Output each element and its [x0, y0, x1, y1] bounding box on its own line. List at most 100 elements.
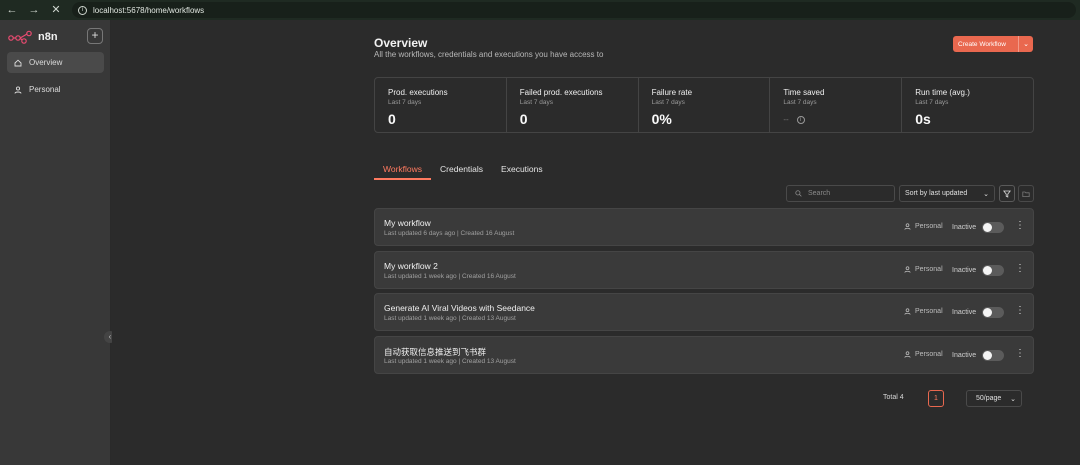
active-toggle[interactable]: [982, 265, 1004, 276]
more-options-icon[interactable]: ⋮: [1015, 348, 1025, 360]
search-input[interactable]: Search: [786, 185, 895, 202]
workflow-meta: Last updated 1 week ago | Created 13 Aug…: [384, 358, 516, 365]
workflow-card[interactable]: My workflow Last updated 6 days ago | Cr…: [374, 208, 1034, 246]
n8n-logo-icon: [8, 30, 32, 44]
toggle-knob: [983, 223, 992, 232]
sidebar-item-overview[interactable]: Overview: [7, 52, 104, 73]
active-toggle[interactable]: [982, 350, 1004, 361]
tab-credentials[interactable]: Credentials: [431, 163, 492, 180]
stat-prod-executions[interactable]: Prod. executions Last 7 days 0: [375, 78, 507, 132]
main-content: Overview All the workflows, credentials …: [112, 20, 1080, 465]
sort-select[interactable]: Sort by last updated ⌄: [899, 185, 995, 202]
search-placeholder: Search: [808, 190, 831, 197]
active-toggle[interactable]: [982, 222, 1004, 233]
tab-executions[interactable]: Executions: [492, 163, 552, 180]
workflow-name[interactable]: 自动获取信息推送到飞书群: [384, 346, 486, 358]
owner-label: Personal: [915, 308, 943, 315]
page-size-select[interactable]: 50/page ⌄: [966, 390, 1022, 407]
user-icon: [14, 85, 22, 94]
user-icon: [904, 223, 911, 230]
workflow-name[interactable]: My workflow: [384, 218, 431, 228]
user-icon: [904, 266, 911, 273]
stat-period: Last 7 days: [651, 99, 685, 106]
workflow-name[interactable]: My workflow 2: [384, 261, 438, 271]
home-icon: [14, 59, 22, 66]
stat-period: Last 7 days: [519, 99, 554, 106]
url-text: localhost:5678/home/workflows: [93, 5, 205, 15]
workflow-name[interactable]: Generate AI Viral Videos with Seedance: [384, 303, 535, 313]
more-options-icon[interactable]: ⋮: [1015, 263, 1025, 275]
create-workflow-button[interactable]: Create Workflow ⌄: [953, 36, 1033, 52]
sidebar: n8n + Overview Personal: [0, 20, 111, 465]
sidebar-item-label: Overview: [29, 58, 63, 67]
pagination: Total 4 1 50/page ⌄: [374, 390, 1034, 407]
active-toggle[interactable]: [982, 307, 1004, 318]
toggle-knob: [983, 266, 992, 275]
owner-label: Personal: [915, 266, 943, 273]
stat-period: Last 7 days: [388, 99, 422, 106]
sidebar-item-label: Personal: [29, 85, 61, 94]
stat-failed-executions[interactable]: Failed prod. executions Last 7 days 0: [507, 78, 639, 132]
stat-time-saved[interactable]: Time saved Last 7 days -- i: [770, 78, 903, 132]
site-info-icon[interactable]: i: [78, 5, 87, 15]
forward-arrow-icon[interactable]: →: [28, 4, 40, 16]
owner-label: Personal: [915, 351, 943, 358]
tab-workflows[interactable]: Workflows: [374, 163, 432, 180]
close-icon[interactable]: ✕: [50, 4, 62, 16]
chevron-down-icon: ⌄: [1010, 395, 1016, 403]
page-size-value: 50/page: [976, 395, 1002, 402]
more-options-icon[interactable]: ⋮: [1015, 305, 1025, 317]
workflow-meta: Last updated 6 days ago | Created 16 Aug…: [384, 230, 515, 237]
search-icon: [795, 190, 802, 197]
workflow-status: Inactive: [952, 352, 977, 359]
stat-value: 0s: [915, 111, 931, 127]
toggle-knob: [983, 308, 992, 317]
overview-tabs: Workflows Credentials Executions: [374, 163, 1034, 180]
user-icon: [904, 308, 911, 315]
workflow-status: Inactive: [952, 267, 977, 274]
toggle-knob: [983, 351, 992, 360]
stat-label: Failed prod. executions: [519, 88, 603, 97]
owner-label: Personal: [915, 223, 943, 230]
stat-value: 0: [519, 111, 528, 127]
browser-toolbar: ← → ✕ i localhost:5678/home/workflows: [0, 0, 1080, 20]
total-count: Total 4: [883, 394, 904, 401]
workflow-card[interactable]: Generate AI Viral Videos with Seedance L…: [374, 293, 1034, 331]
address-bar[interactable]: i localhost:5678/home/workflows: [72, 2, 1076, 18]
add-button[interactable]: +: [87, 28, 103, 44]
stat-label: Failure rate: [651, 88, 693, 97]
filter-icon: [1003, 190, 1011, 198]
workflow-status: Inactive: [952, 309, 977, 316]
user-icon: [904, 351, 911, 358]
workflow-card[interactable]: My workflow 2 Last updated 1 week ago | …: [374, 251, 1034, 289]
create-workflow-label: Create Workflow: [958, 40, 1006, 48]
stat-label: Prod. executions: [388, 88, 448, 97]
page-subtitle: All the workflows, credentials and execu…: [374, 50, 604, 59]
chevron-down-icon[interactable]: ⌄: [1019, 40, 1033, 48]
workflow-owner: Personal: [904, 351, 943, 358]
stat-value-row: -- i: [783, 115, 901, 124]
stat-period: Last 7 days: [783, 99, 817, 106]
chevron-down-icon: ⌄: [983, 190, 989, 198]
stat-value: --: [783, 115, 789, 124]
back-arrow-icon[interactable]: ←: [6, 4, 18, 16]
workflow-card[interactable]: 自动获取信息推送到飞书群 Last updated 1 week ago | C…: [374, 336, 1034, 374]
workflow-owner: Personal: [904, 223, 943, 230]
sidebar-item-personal[interactable]: Personal: [7, 79, 104, 100]
sort-value: Sort by last updated: [905, 190, 968, 197]
insights-summary: Prod. executions Last 7 days 0 Failed pr…: [374, 77, 1034, 133]
stat-period: Last 7 days: [915, 99, 949, 106]
page-number-button[interactable]: 1: [928, 390, 944, 407]
more-options-icon[interactable]: ⋮: [1015, 220, 1025, 232]
filter-button[interactable]: [999, 185, 1015, 202]
stat-failure-rate[interactable]: Failure rate Last 7 days 0%: [639, 78, 771, 132]
stat-value: 0%: [651, 111, 672, 127]
info-icon[interactable]: i: [796, 115, 805, 124]
brand-name: n8n: [38, 31, 58, 43]
new-folder-button[interactable]: [1018, 185, 1034, 202]
stat-run-time[interactable]: Run time (avg.) Last 7 days 0s: [902, 78, 1033, 132]
workflow-owner: Personal: [904, 266, 943, 273]
folder-icon: [1022, 191, 1030, 197]
brand[interactable]: n8n: [8, 30, 58, 44]
workflow-owner: Personal: [904, 308, 943, 315]
